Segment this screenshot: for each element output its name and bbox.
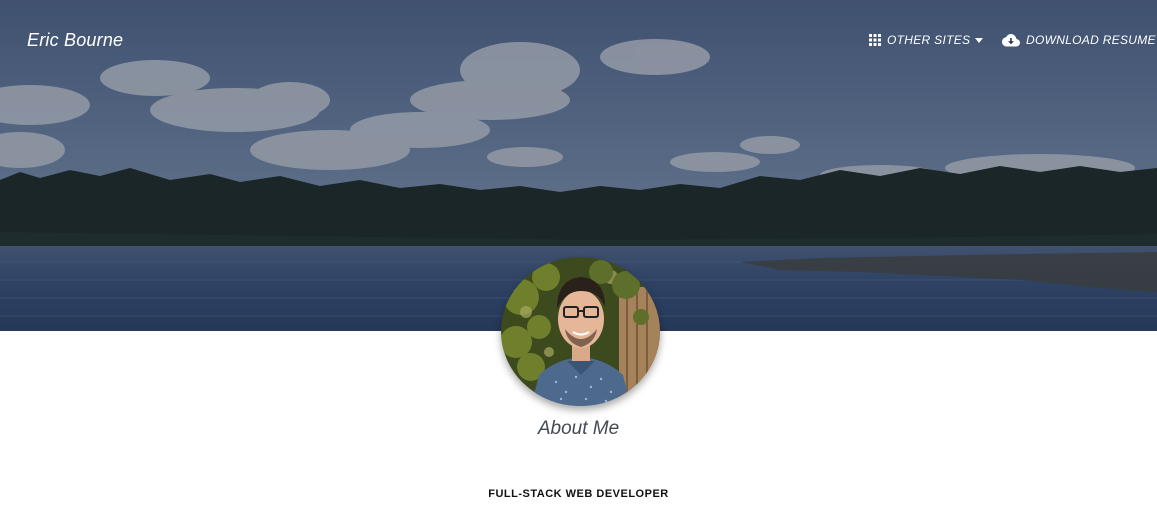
about-me-heading: About Me (537, 418, 620, 439)
profile-avatar (501, 257, 660, 406)
download-resume-label: DOWNLOAD RESUME (1026, 33, 1156, 47)
other-sites-label: OTHER SITES (887, 33, 971, 47)
download-resume-link[interactable]: DOWNLOAD RESUME (1002, 33, 1156, 47)
cloud-download-icon (1002, 33, 1020, 47)
grid-icon (869, 34, 881, 46)
caret-down-icon (975, 37, 984, 43)
job-title: FULL-STACK WEB DEVELOPER (488, 488, 669, 500)
top-navbar: Eric Bourne OTHER SITES DOWNLOAD RESUME (0, 0, 1157, 82)
other-sites-dropdown[interactable]: OTHER SITES (869, 33, 984, 47)
brand-name[interactable]: Eric Bourne (27, 30, 123, 51)
